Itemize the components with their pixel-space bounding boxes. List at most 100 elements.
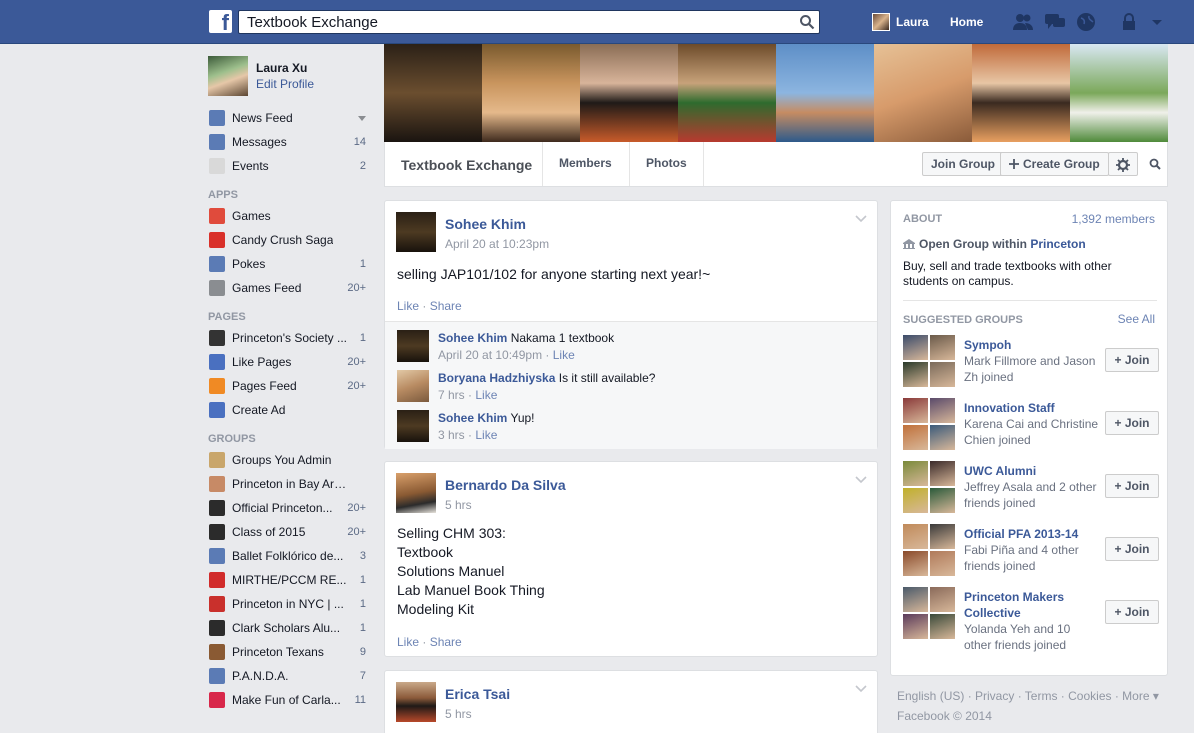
avatar[interactable] — [396, 212, 436, 252]
post-author[interactable]: Bernardo Da Silva — [445, 477, 566, 493]
suggested-group-name[interactable]: UWC Alumni — [964, 463, 1094, 479]
share-link[interactable]: Share — [430, 635, 462, 649]
sidebar-item[interactable]: Make Fun of Carla... 11 — [208, 688, 368, 712]
top-profile-link[interactable]: Laura — [872, 12, 929, 32]
join-suggested-group-button[interactable]: + Join — [1105, 537, 1159, 561]
sidebar-item[interactable]: Pages Feed 20+ — [208, 374, 368, 398]
search-input[interactable] — [239, 11, 789, 33]
suggested-group-name[interactable]: Princeton Makers Collective — [964, 589, 1094, 621]
suggested-group-name[interactable]: Innovation Staff — [964, 400, 1094, 416]
like-link[interactable]: Like — [397, 299, 419, 313]
avatar[interactable] — [397, 410, 429, 442]
group-search-icon[interactable] — [1149, 158, 1161, 170]
profile-name[interactable]: Laura Xu — [256, 61, 307, 75]
suggested-group-photos[interactable] — [903, 398, 955, 450]
suggested-group-name[interactable]: Sympoh — [964, 337, 1094, 353]
avatar[interactable] — [397, 370, 429, 402]
post-author[interactable]: Sohee Khim — [445, 216, 526, 232]
comment-author[interactable]: Boryana Hadzhiyska — [438, 371, 555, 385]
member-photo — [930, 488, 955, 513]
group-type: Open Group within Princeton — [903, 237, 1086, 251]
comment-like-link[interactable]: Like — [553, 348, 575, 362]
join-suggested-group-button[interactable]: + Join — [1105, 411, 1159, 435]
sidebar-item[interactable]: Messages 14 — [208, 130, 368, 154]
join-suggested-group-button[interactable]: + Join — [1105, 474, 1159, 498]
edit-profile-link[interactable]: Edit Profile — [256, 77, 314, 91]
sidebar-item[interactable]: Clark Scholars Alu... 1 — [208, 616, 368, 640]
sidebar-item-count: 20+ — [347, 380, 366, 392]
group-title[interactable]: Textbook Exchange — [401, 157, 532, 173]
comment-author[interactable]: Sohee Khim — [438, 411, 507, 425]
post-timestamp[interactable]: 5 hrs — [445, 498, 472, 512]
suggested-group-photos[interactable] — [903, 524, 955, 576]
sidebar-item[interactable]: P.A.N.D.A. 7 — [208, 664, 368, 688]
chevron-down-icon[interactable] — [855, 685, 867, 693]
privacy-shortcuts-icon[interactable] — [1120, 12, 1138, 32]
post-timestamp[interactable]: 5 hrs — [445, 707, 472, 721]
comment-like-link[interactable]: Like — [475, 428, 497, 442]
chevron-down-icon[interactable] — [855, 476, 867, 484]
pages-header: PAGES — [208, 311, 246, 323]
group-settings-button[interactable] — [1108, 152, 1138, 176]
comment-timestamp[interactable]: 7 hrs — [438, 388, 465, 402]
sidebar-item[interactable]: Create Ad — [208, 398, 368, 422]
sidebar-item[interactable]: Princeton in NYC | ... 1 — [208, 592, 368, 616]
tab-photos[interactable]: Photos — [629, 142, 704, 186]
see-all-link[interactable]: See All — [1118, 312, 1155, 326]
sidebar-item[interactable]: Like Pages 20+ — [208, 350, 368, 374]
search-icon[interactable] — [799, 14, 815, 30]
sidebar-item[interactable]: Princeton in Bay Area... — [208, 472, 368, 496]
home-link[interactable]: Home — [950, 15, 983, 29]
suggested-group-photos[interactable] — [903, 335, 955, 387]
chevron-down-icon[interactable] — [855, 215, 867, 223]
sidebar-item[interactable]: Games — [208, 204, 368, 228]
avatar[interactable] — [397, 330, 429, 362]
comment-timestamp[interactable]: April 20 at 10:49pm — [438, 348, 542, 362]
group-people-icon — [209, 548, 225, 564]
post-actions: Like · Share — [397, 299, 462, 313]
account-menu-chevron-down-icon[interactable] — [1150, 12, 1164, 32]
suggested-group-photos[interactable] — [903, 461, 955, 513]
sidebar-item[interactable]: Groups You Admin — [208, 448, 368, 472]
sidebar-item[interactable]: Princeton Texans 9 — [208, 640, 368, 664]
footer-links[interactable]: English (US) · Privacy · Terms · Cookies… — [897, 686, 1167, 706]
post-actions: Like · Share — [397, 635, 462, 649]
sidebar-item[interactable]: Candy Crush Saga — [208, 228, 368, 252]
suggested-group-photos[interactable] — [903, 587, 955, 639]
notifications-globe-icon[interactable] — [1075, 12, 1097, 32]
join-group-button[interactable]: Join Group — [922, 152, 1004, 176]
sidebar-item[interactable]: Ballet Folklórico de... 3 — [208, 544, 368, 568]
avatar[interactable] — [396, 682, 436, 722]
sidebar-item[interactable]: Princeton's Society ... 1 — [208, 326, 368, 350]
share-link[interactable]: Share — [430, 299, 462, 313]
join-suggested-group-button[interactable]: + Join — [1105, 600, 1159, 624]
comment-timestamp[interactable]: 3 hrs — [438, 428, 465, 442]
school-link[interactable]: Princeton — [1030, 237, 1085, 251]
sidebar-item-count: 1 — [359, 622, 366, 634]
sidebar-item[interactable]: Class of 2015 20+ — [208, 520, 368, 544]
sidebar-item[interactable]: Games Feed 20+ — [208, 276, 368, 300]
sidebar-item[interactable]: MIRTHE/PCCM RE... 1 — [208, 568, 368, 592]
tab-members[interactable]: Members — [542, 142, 628, 186]
facebook-logo-icon[interactable]: f — [209, 10, 232, 33]
sidebar-item[interactable]: Official Princeton... 20+ — [208, 496, 368, 520]
group-cover-photo[interactable] — [384, 44, 1168, 142]
sidebar-item[interactable]: Pokes 1 — [208, 252, 368, 276]
post-timestamp[interactable]: April 20 at 10:23pm — [445, 237, 549, 251]
avatar[interactable] — [396, 473, 436, 513]
sidebar-item[interactable]: News Feed — [208, 106, 368, 130]
join-suggested-group-button[interactable]: + Join — [1105, 348, 1159, 372]
chevron-down-icon[interactable] — [358, 116, 366, 121]
sidebar-item[interactable]: Events 2 — [208, 154, 368, 178]
friend-requests-icon[interactable] — [1012, 12, 1034, 32]
post-author[interactable]: Erica Tsai — [445, 686, 510, 702]
comment-author[interactable]: Sohee Khim — [438, 331, 507, 345]
profile-picture[interactable] — [208, 56, 248, 96]
create-group-button[interactable]: Create Group — [1000, 152, 1109, 176]
members-count-link[interactable]: 1,392 members — [1072, 212, 1155, 226]
like-link[interactable]: Like — [397, 635, 419, 649]
post-card: Sohee Khim April 20 at 10:23pm selling J… — [384, 200, 878, 449]
messages-icon[interactable] — [1044, 12, 1066, 32]
suggested-group-name[interactable]: Official PFA 2013-14 — [964, 526, 1094, 542]
comment-like-link[interactable]: Like — [475, 388, 497, 402]
